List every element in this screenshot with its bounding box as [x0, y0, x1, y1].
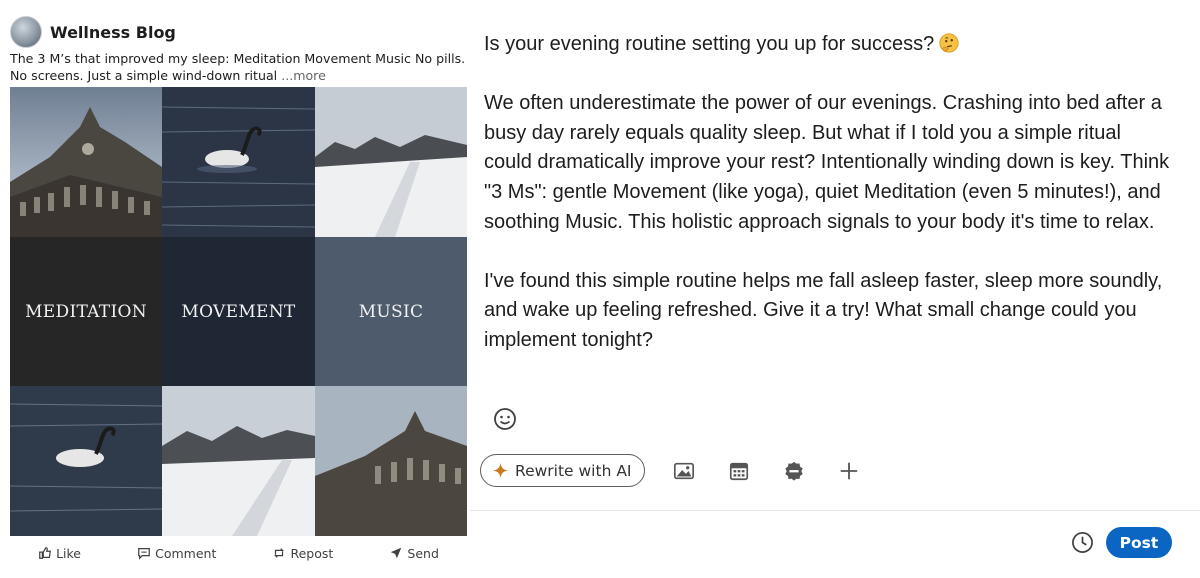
post-author[interactable]: Wellness Blog — [10, 16, 176, 48]
thumbs-up-icon — [39, 547, 52, 559]
send-label: Send — [407, 545, 439, 561]
see-more-link[interactable]: ...more — [281, 68, 326, 83]
repost-label: Repost — [290, 545, 334, 561]
word-meditation: MEDITATION — [25, 301, 147, 322]
photo-swan — [162, 87, 315, 237]
emoji-icon[interactable] — [492, 406, 518, 432]
post-actions: Like Comment Repost Send — [10, 542, 467, 564]
photo-snowy-road — [315, 87, 467, 237]
editor-paragraph: I've found this simple routine helps me … — [484, 269, 1163, 351]
image-icon[interactable] — [673, 460, 695, 482]
editor-paragraph: Is your evening routine setting you up f… — [484, 30, 1174, 60]
editor-paragraph: We often underestimate the power of our … — [484, 92, 1170, 233]
photo-snowy-road-2 — [162, 386, 315, 536]
comment-button[interactable]: Comment — [137, 546, 216, 561]
author-name[interactable]: Wellness Blog — [50, 23, 176, 42]
rewrite-label: Rewrite with AI — [515, 461, 632, 480]
post-preview: Wellness Blog The 3 M’s that improved my… — [0, 0, 477, 578]
photo-building-2 — [315, 386, 467, 536]
photo-building — [10, 87, 162, 237]
post-button[interactable]: Post — [1106, 527, 1172, 558]
calendar-icon[interactable] — [728, 460, 750, 482]
send-button[interactable]: Send — [389, 545, 439, 561]
avatar[interactable] — [10, 16, 42, 48]
rewrite-with-ai-button[interactable]: Rewrite with AI — [480, 454, 645, 487]
sparkle-icon — [492, 462, 509, 479]
send-icon — [391, 547, 402, 559]
post-editor[interactable]: Is your evening routine setting you up f… — [484, 30, 1174, 385]
plus-icon[interactable] — [838, 460, 860, 482]
badge-icon[interactable] — [783, 460, 805, 482]
tile-meditation: MEDITATION — [10, 237, 162, 386]
word-music: MUSIC — [358, 301, 424, 322]
image-grid[interactable]: MEDITATION MOVEMENT MUSIC — [10, 87, 467, 536]
like-label: Like — [56, 545, 81, 561]
tile-movement: MOVEMENT — [162, 237, 315, 386]
repost-button[interactable]: Repost — [272, 546, 333, 561]
word-movement: MOVEMENT — [181, 301, 296, 322]
post-caption: The 3 M’s that improved my sleep: Medita… — [10, 50, 470, 84]
caption-text: The 3 M’s that improved my sleep: Medita… — [10, 51, 466, 83]
clock-icon[interactable] — [1071, 531, 1094, 554]
thinking-face-emoji — [939, 33, 959, 53]
editor-toolbar: Rewrite with AI — [480, 454, 860, 487]
like-button[interactable]: Like — [38, 546, 81, 561]
comment-icon — [138, 548, 150, 560]
comment-label: Comment — [155, 545, 217, 561]
footer-divider — [470, 510, 1200, 511]
tile-music: MUSIC — [315, 237, 467, 386]
repost-icon — [274, 548, 285, 558]
photo-swan-2 — [10, 386, 162, 536]
